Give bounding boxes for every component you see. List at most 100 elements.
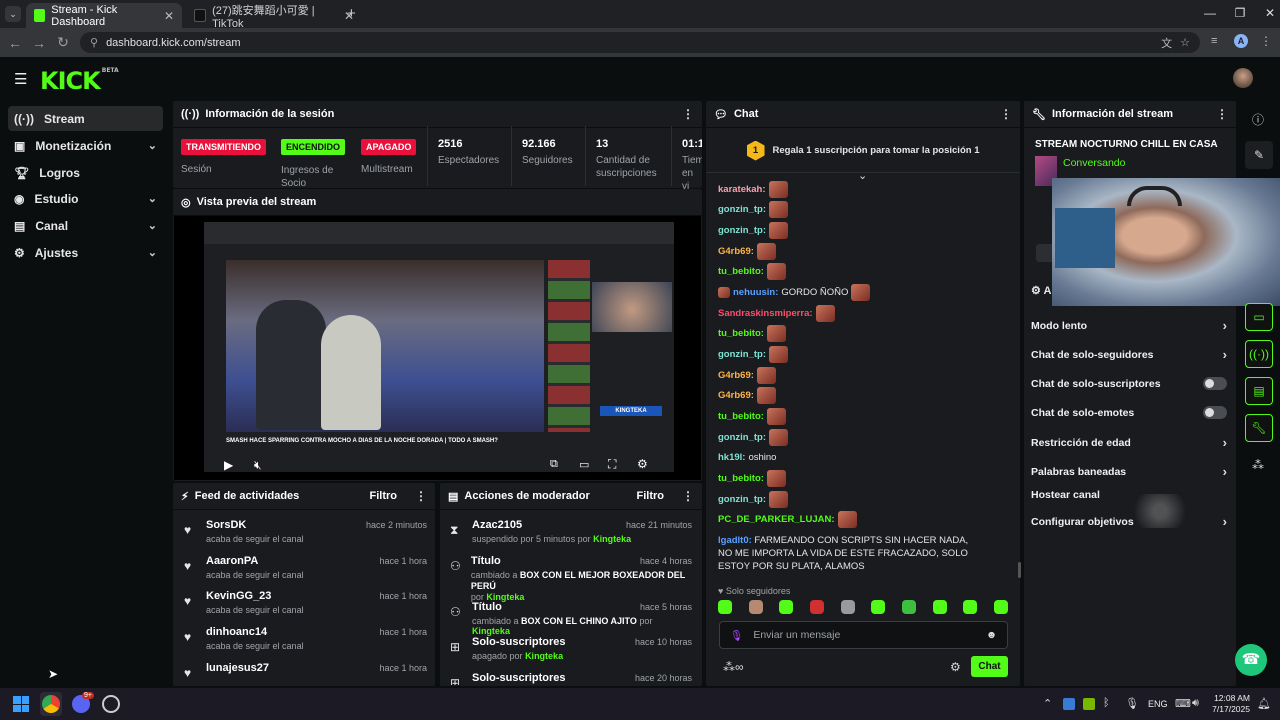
stream-category[interactable]: Conversando [1063,157,1125,169]
sidebar-item-canal[interactable]: ▤ Canal ⌄ [8,213,163,238]
more-options-icon[interactable]: ⋮ [682,107,694,121]
chat-username[interactable]: tu_bebito: [718,266,764,277]
emote-icon[interactable] [901,600,916,614]
setting-slow-mode[interactable]: Modo lento › [1031,318,1227,333]
chat-username[interactable]: gonzin_tp: [718,225,766,236]
sidebar-item-estudio[interactable]: ◉ Estudio ⌄ [8,186,163,211]
activity-user[interactable]: SorsDK [206,519,304,531]
maximize-icon[interactable]: ❐ [1225,6,1255,20]
chat-username[interactable]: PC_DE_PARKER_LUJAN: [718,514,835,525]
reading-list-icon[interactable]: ≡ [1211,35,1217,47]
emotes-only-toggle[interactable] [1203,406,1227,419]
emote-icon[interactable] [993,600,1008,614]
hamburger-menu-icon[interactable]: ☰ [14,70,27,88]
chat-scrollbar[interactable] [1018,562,1021,578]
info-icon[interactable]: ⓘ [1252,111,1264,128]
video-player[interactable]: SMASH HACE SPARRING CONTRA MOCHO A DIAS … [174,216,701,480]
volume-icon[interactable]: 🔊︎ [1192,697,1199,710]
share-icon[interactable]: ⁂ [1252,458,1264,472]
video-settings-icon[interactable]: ⚙ [637,457,648,471]
setting-banned-words[interactable]: Palabras baneadas › [1031,464,1227,479]
profile-avatar[interactable]: A [1234,34,1248,48]
chat-username[interactable]: lgadlt0: [718,535,752,546]
more-options-icon[interactable]: ⋮ [1000,107,1012,121]
tray-app-icon[interactable] [1063,698,1075,710]
translate-icon[interactable]: 文 [1161,35,1172,51]
forward-icon[interactable]: → [27,35,51,51]
reload-icon[interactable]: ↻ [51,34,75,51]
notifications-icon[interactable]: 🔔︎ [1257,697,1271,710]
filter-button[interactable]: Filtro [370,490,398,502]
gift-sub-banner[interactable]: 1 Regala 1 suscripción para tomar la pos… [706,129,1020,173]
chat-username[interactable]: tu_bebito: [718,473,764,484]
more-options-icon[interactable]: ⋮ [682,489,694,503]
chat-username[interactable]: gonzin_tp: [718,494,766,505]
moderator-name[interactable]: Kingteka [593,534,631,544]
network-icon[interactable]: ⌨ [1175,697,1191,710]
emote-icon[interactable] [932,600,947,614]
activity-user[interactable]: AaaronPA [206,555,304,567]
microphone-icon[interactable]: 🎙︎ [730,629,743,642]
sidebar-item-logros[interactable]: 🏆︎ Logros [8,160,163,185]
language-indicator[interactable]: ENG [1148,699,1168,709]
chat-username[interactable]: hk19l: [718,452,745,463]
moderator-name[interactable]: Kingteka [525,651,563,661]
tab-kick-dashboard[interactable]: Stream - Kick Dashboard ✕ [26,3,182,28]
back-icon[interactable]: ← [3,35,27,51]
mod-actions-dock-icon[interactable]: ▤ [1245,377,1273,405]
sidebar-item-ajustes[interactable]: ⚙ Ajustes ⌄ [8,240,163,265]
activity-user[interactable]: KevinGG_23 [206,590,304,602]
emote-icon[interactable] [840,600,855,614]
bookmark-star-icon[interactable]: ☆ [1180,36,1190,49]
kick-logo[interactable]: KICK BETA [40,67,119,95]
chat-username[interactable]: G4rb69: [718,390,754,401]
chat-username[interactable]: nehuusin: [733,287,778,298]
emoji-picker-icon[interactable]: ☻ [986,629,997,641]
chat-username[interactable]: tu_bebito: [718,328,764,339]
chat-username[interactable]: karatekah: [718,184,766,195]
bluetooth-icon[interactable]: ᛒ [1103,697,1110,709]
chat-input[interactable]: 🎙︎ Enviar un mensaje ☻ [719,621,1008,649]
close-window-icon[interactable]: ✕ [1255,6,1280,20]
fullscreen-icon[interactable]: ⛶ [608,457,616,472]
chat-username[interactable]: gonzin_tp: [718,349,766,360]
system-clock[interactable]: 12:08 AM 7/17/2025 [1210,693,1250,715]
edit-pencil-icon[interactable]: ✎ [1245,141,1273,169]
close-tab-icon[interactable]: ✕ [164,9,174,23]
address-bar[interactable]: ⚲ dashboard.kick.com/stream 文 ☆ [80,32,1200,53]
tab-tiktok[interactable]: (27)跳安舞蹈小可愛 | TikTok ✕ [186,3,362,30]
points-icon[interactable]: ⁂∞ [723,660,744,674]
activity-user[interactable]: lunajesus27 [206,662,269,674]
mute-icon[interactable]: 🔇︎ [254,458,262,473]
subscribers-only-toggle[interactable] [1203,377,1227,390]
app-icon[interactable] [102,695,120,713]
chat-username[interactable]: gonzin_tp: [718,432,766,443]
wrench-dock-icon[interactable]: 🔧︎ [1245,414,1273,442]
chat-settings-icon[interactable]: ⚙ [950,660,961,674]
setting-followers-only[interactable]: Chat de solo-seguidores › [1031,347,1227,362]
minimize-icon[interactable]: — [1195,6,1225,20]
more-options-icon[interactable]: ⋮ [1216,107,1228,121]
emote-icon[interactable] [779,600,794,614]
setting-age-restriction[interactable]: Restricción de edad › [1031,435,1227,450]
chat-username[interactable]: Sandraskinsmiperra: [718,308,813,319]
chat-username[interactable]: G4rb69: [718,246,754,257]
sidebar-item-stream[interactable]: ((·)) Stream [8,106,163,131]
emote-icon[interactable] [871,600,886,614]
miniplayer-icon[interactable]: ▭ [579,458,589,471]
chat-username[interactable]: G4rb69: [718,370,754,381]
tab-search-icon[interactable]: ⌄ [5,6,21,22]
moderator-name[interactable]: Kingteka [472,626,510,636]
activity-user[interactable]: dinhoanc14 [206,626,304,638]
more-options-icon[interactable]: ⋮ [415,489,427,503]
sidebar-item-monetizacion[interactable]: ▣ Monetización ⌄ [8,133,163,158]
new-tab-icon[interactable]: + [347,5,356,22]
chrome-icon[interactable] [42,695,60,713]
browser-menu-icon[interactable]: ⋮ [1260,34,1272,48]
site-info-icon[interactable]: ⚲ [90,36,98,49]
broadcast-dock-icon[interactable]: ((·)) [1245,340,1273,368]
play-icon[interactable]: ▶ [224,458,233,472]
emote-icon[interactable] [748,600,763,614]
nvidia-icon[interactable] [1083,698,1095,710]
windows-start-icon[interactable] [13,696,29,712]
